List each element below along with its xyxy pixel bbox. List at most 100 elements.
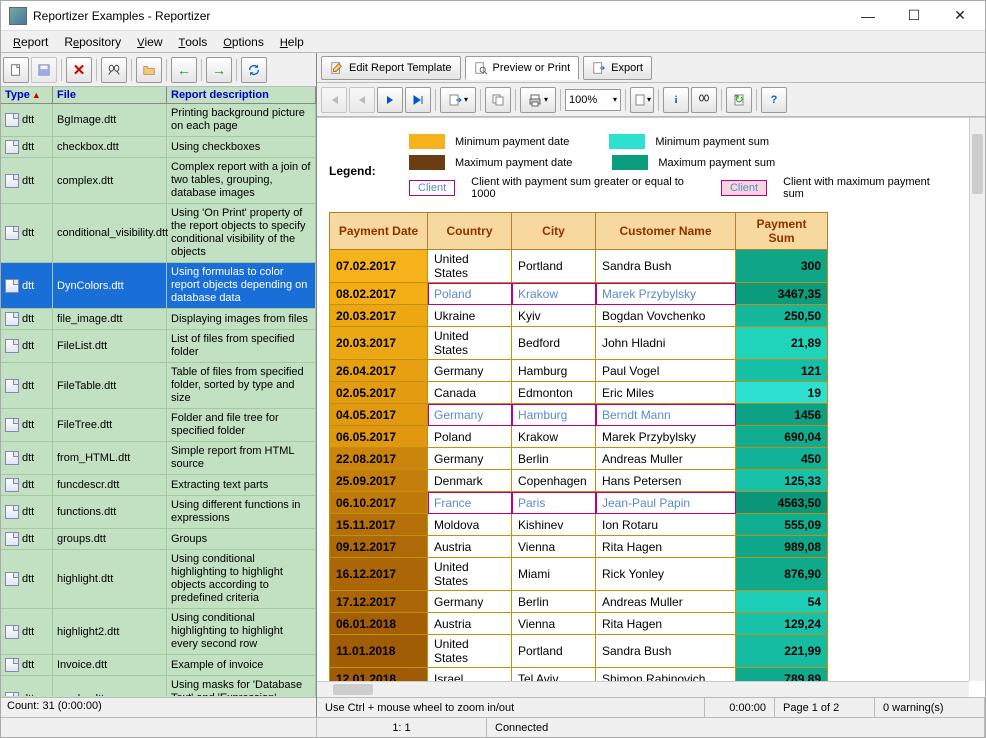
file-icon — [5, 478, 19, 492]
list-item[interactable]: dttDynColors.dttUsing formulas to color … — [1, 263, 316, 309]
titlebar: Reportizer Examples - Reportizer — ☐ ✕ — [1, 1, 985, 31]
list-item[interactable]: dttconditional_visibility.dttUsing 'On P… — [1, 204, 316, 263]
list-item[interactable]: dttmasks.dttUsing masks for 'Database Te… — [1, 676, 316, 696]
table-row: 25.09.2017DenmarkCopenhagenHans Petersen… — [330, 470, 828, 492]
col-header-type[interactable]: Type▲ — [1, 87, 53, 103]
table-row: 08.02.2017PolandKrakowMarek Przybylsky34… — [330, 283, 828, 305]
list-item[interactable]: dttfuncdescr.dttExtracting text parts — [1, 475, 316, 496]
svg-text:↻: ↻ — [734, 94, 743, 106]
list-item[interactable]: dttBgImage.dttPrinting background pictur… — [1, 104, 316, 137]
list-item[interactable]: dtthighlight2.dttUsing conditional highl… — [1, 609, 316, 655]
col-header-file[interactable]: File — [53, 87, 167, 103]
prev-page-button[interactable] — [349, 87, 375, 113]
table-row: 26.04.2017GermanyHamburgPaul Vogel121 — [330, 360, 828, 382]
help-button[interactable]: ? — [761, 87, 787, 113]
left-toolbar: ✕ ← → — [1, 53, 316, 87]
th-name: Customer Name — [596, 213, 736, 250]
maximize-button[interactable]: ☐ — [891, 2, 937, 30]
list-item[interactable]: dttfrom_HTML.dttSimple report from HTML … — [1, 442, 316, 475]
print-dropdown-button[interactable]: ▾ — [520, 87, 556, 113]
edit-icon — [330, 61, 344, 75]
table-row: 22.08.2017GermanyBerlinAndreas Muller450 — [330, 448, 828, 470]
table-row: 06.01.2018AustriaViennaRita Hagen129,24 — [330, 613, 828, 635]
list-item[interactable]: dttFileList.dttList of files from specif… — [1, 330, 316, 363]
list-item[interactable]: dttcomplex.dttComplex report with a join… — [1, 158, 316, 204]
list-item[interactable]: dttInvoice.dttExample of invoice — [1, 655, 316, 676]
table-row: 11.01.2018United StatesPortlandSandra Bu… — [330, 635, 828, 668]
status-bar: 1: 1 Connected — [1, 717, 985, 737]
th-date: Payment Date — [330, 213, 428, 250]
info-button[interactable]: i — [663, 87, 689, 113]
file-icon — [5, 418, 19, 432]
find-button[interactable] — [101, 57, 127, 83]
th-sum: Payment Sum — [736, 213, 828, 250]
list-item[interactable]: dttFileTree.dttFolder and file tree for … — [1, 409, 316, 442]
legend-client-box: Client — [409, 180, 455, 196]
minimize-button[interactable]: — — [845, 2, 891, 30]
file-icon — [5, 692, 19, 697]
swatch-max-sum — [612, 155, 648, 170]
menu-options[interactable]: Options — [215, 33, 272, 51]
zoom-combo[interactable]: 100%▾ — [565, 89, 621, 111]
right-panel: Edit Report Template Preview or Print Ex… — [317, 53, 985, 717]
left-count: Count: 31 (0:00:00) — [1, 697, 316, 717]
list-item[interactable]: dttcheckbox.dttUsing checkboxes — [1, 137, 316, 158]
menu-repository[interactable]: Repository — [56, 33, 129, 51]
new-button[interactable] — [3, 57, 29, 83]
list-item[interactable]: dttfile_image.dttDisplaying images from … — [1, 309, 316, 330]
menu-view[interactable]: View — [129, 33, 170, 51]
next-button[interactable]: → — [206, 57, 232, 83]
right-tabs: Edit Report Template Preview or Print Ex… — [317, 53, 985, 83]
left-panel: ✕ ← → Type▲ File Report description dttB… — [1, 53, 317, 717]
list-item[interactable]: dtthighlight.dttUsing conditional highli… — [1, 550, 316, 609]
export-dropdown-button[interactable]: ▾ — [440, 87, 476, 113]
tab-preview[interactable]: Preview or Print — [465, 56, 580, 80]
table-row: 16.12.2017United StatesMiamiRick Yonley8… — [330, 558, 828, 591]
table-row: 20.03.2017United StatesBedfordJohn Hladn… — [330, 327, 828, 360]
file-icon — [5, 339, 19, 353]
file-icon — [5, 174, 19, 188]
report-list: Type▲ File Report description dttBgImage… — [1, 87, 316, 697]
list-item[interactable]: dttFileTable.dttTable of files from spec… — [1, 363, 316, 409]
close-button[interactable]: ✕ — [937, 2, 983, 30]
file-icon — [5, 505, 19, 519]
save-button[interactable] — [31, 57, 57, 83]
prev-button[interactable]: ← — [171, 57, 197, 83]
tab-edit[interactable]: Edit Report Template — [321, 56, 461, 80]
preview-status-bar: Use Ctrl + mouse wheel to zoom in/out 0:… — [317, 697, 985, 717]
col-header-desc[interactable]: Report description — [167, 87, 316, 103]
preview-toolbar: ▾ ▾ 100%▾ ▾ i ↻ ? — [317, 83, 985, 117]
menu-tools[interactable]: Tools — [171, 33, 216, 51]
list-item[interactable]: dttfunctions.dttUsing different function… — [1, 496, 316, 529]
last-page-button[interactable] — [405, 87, 431, 113]
copy-button[interactable] — [485, 87, 511, 113]
table-row: 06.05.2017PolandKrakowMarek Przybylsky69… — [330, 426, 828, 448]
zoom-dropdown-button[interactable]: ▾ — [630, 87, 654, 113]
file-icon — [5, 625, 19, 639]
status-time: 0:00:00 — [705, 698, 775, 717]
status-connection: Connected — [487, 718, 985, 737]
th-city: City — [512, 213, 596, 250]
next-page-button[interactable] — [377, 87, 403, 113]
file-icon — [5, 451, 19, 465]
th-country: Country — [428, 213, 512, 250]
search-button[interactable] — [691, 87, 717, 113]
file-icon — [5, 140, 19, 154]
table-row: 07.02.2017United StatesPortlandSandra Bu… — [330, 250, 828, 283]
file-icon — [5, 658, 19, 672]
tab-export[interactable]: Export — [583, 56, 652, 80]
reload-button[interactable]: ↻ — [726, 87, 752, 113]
status-pos: 1: 1 — [317, 718, 487, 737]
table-row: 04.05.2017GermanyHamburgBerndt Mann1456 — [330, 404, 828, 426]
vertical-scrollbar[interactable] — [969, 118, 985, 681]
delete-button[interactable]: ✕ — [66, 57, 92, 83]
file-icon — [5, 113, 19, 127]
list-item[interactable]: dttgroups.dttGroups — [1, 529, 316, 550]
menu-help[interactable]: Help — [272, 33, 312, 51]
table-row: 12.01.2018IsraelTel AvivShimon Rabinovic… — [330, 668, 828, 682]
horizontal-scrollbar[interactable] — [317, 681, 969, 697]
open-button[interactable] — [136, 57, 162, 83]
first-page-button[interactable] — [321, 87, 347, 113]
refresh-button[interactable] — [241, 57, 267, 83]
menu-report[interactable]: Report — [5, 33, 56, 51]
